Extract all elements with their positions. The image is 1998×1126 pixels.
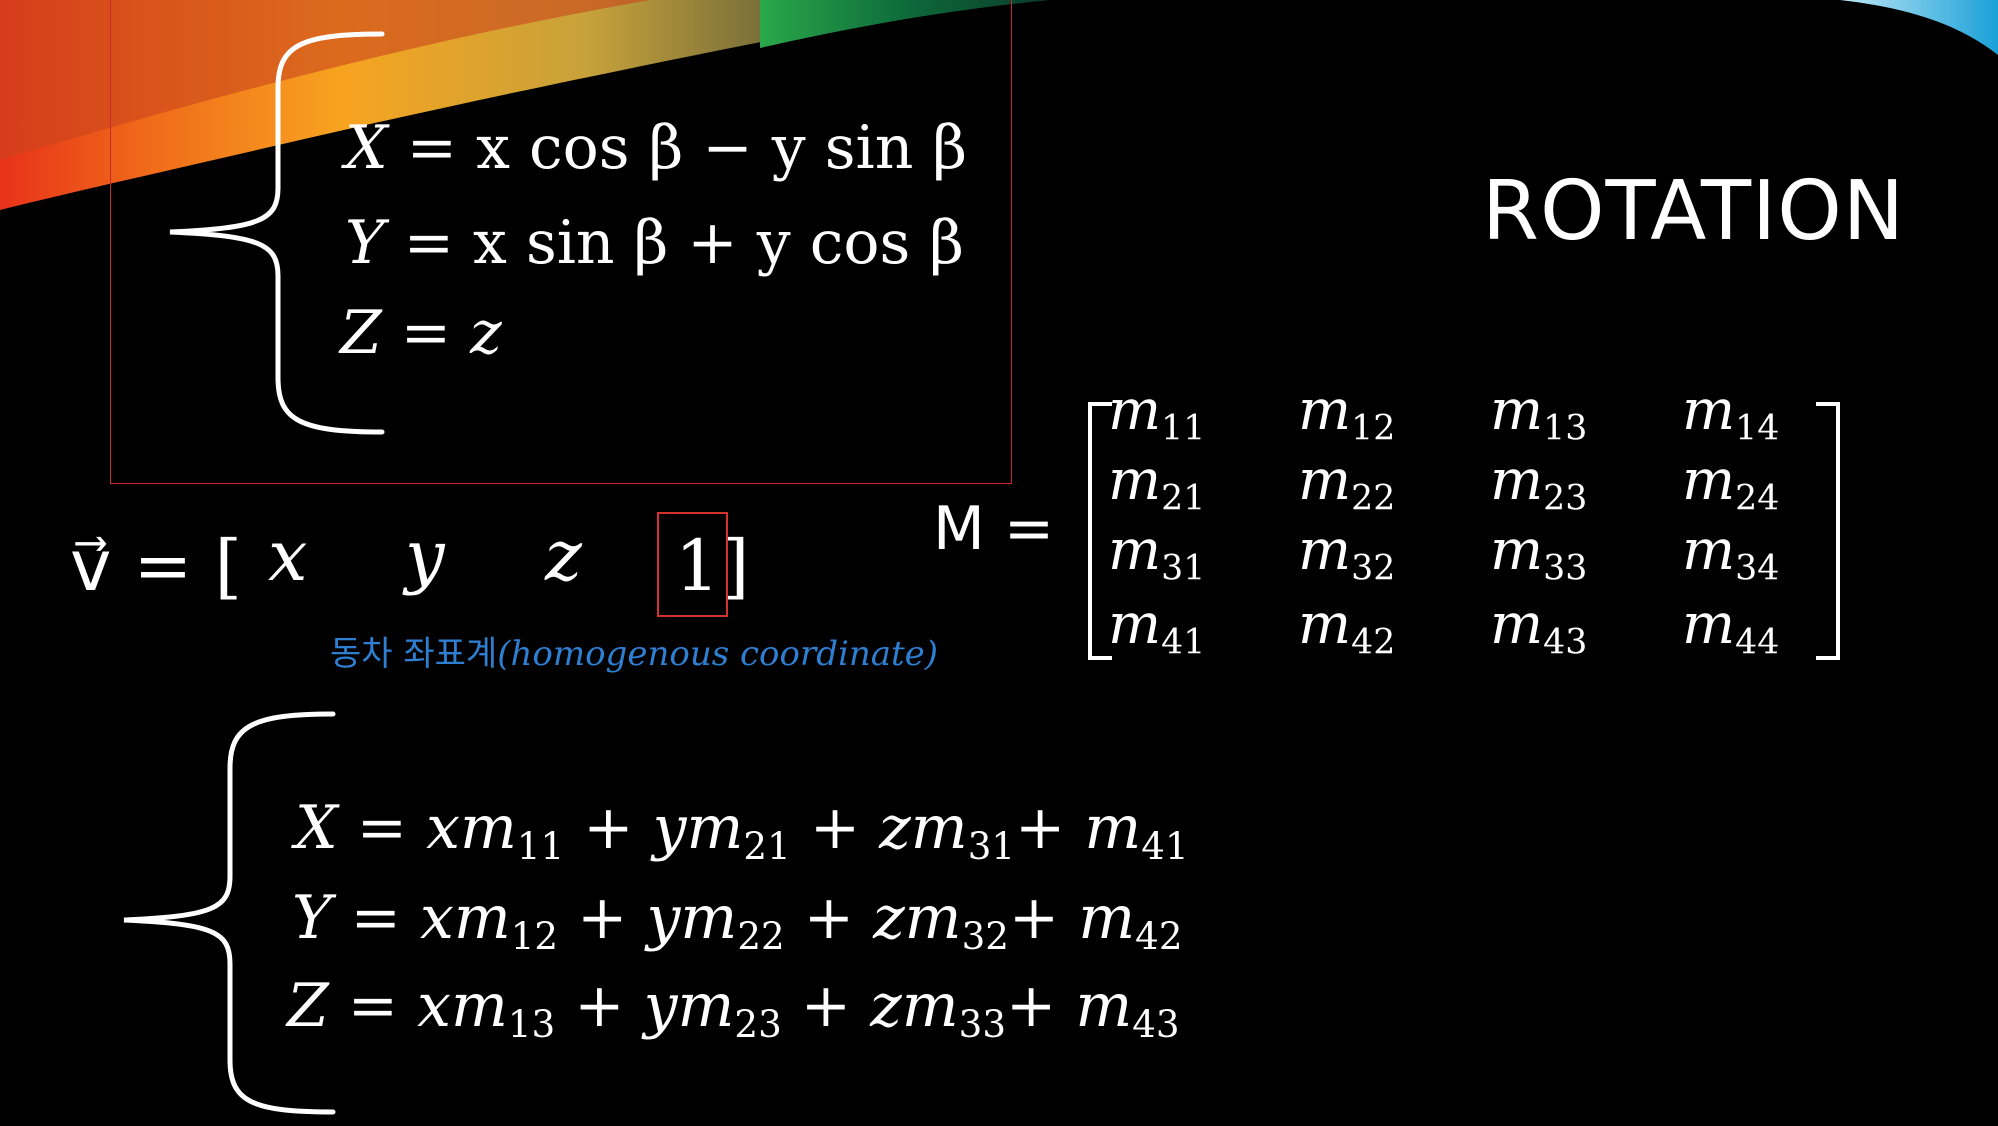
matrix-cell: m43 bbox=[1490, 592, 1588, 663]
transform-eq-rhs: xm11 + ym21 + zm31+ m41 bbox=[426, 793, 1189, 869]
transform-eq-lhs: Y bbox=[292, 883, 332, 953]
matrix-cell: m42 bbox=[1298, 592, 1396, 663]
matrix-cell: m11 bbox=[1108, 378, 1206, 449]
homogenous-note: 동차 좌표계(homogenous coordinate) bbox=[330, 626, 938, 675]
matrix-cell: m24 bbox=[1682, 448, 1780, 519]
matrix-cell: m13 bbox=[1490, 378, 1588, 449]
matrix-cell: m34 bbox=[1682, 518, 1780, 589]
matrix-cell: m12 bbox=[1298, 378, 1396, 449]
vector-x: x bbox=[268, 515, 308, 597]
homogenous-one-highlight bbox=[657, 512, 728, 617]
matrix-cell: m33 bbox=[1490, 518, 1588, 589]
homogenous-note-english: (homogenous coordinate) bbox=[497, 634, 939, 674]
matrix-right-bracket bbox=[1816, 402, 1840, 660]
slide-title: ROTATION bbox=[1482, 164, 1906, 259]
transform-eq-lhs: X bbox=[295, 793, 338, 863]
homogenous-note-korean: 동차 좌표계 bbox=[330, 634, 498, 674]
slide: X = x cos β − y sin β Y = x sin β + y co… bbox=[0, 0, 1998, 1126]
matrix-cell: m41 bbox=[1108, 592, 1206, 663]
matrix-cell: m31 bbox=[1108, 518, 1206, 589]
vector-y: y bbox=[405, 515, 445, 597]
matrix-cell: m23 bbox=[1490, 448, 1588, 519]
transform-eq-z: Z = xm13 + ym23 + zm33+ m43 bbox=[287, 971, 1180, 1047]
vector-z: z bbox=[545, 515, 582, 597]
transform-eq-rhs: xm13 + ym23 + zm33+ m43 bbox=[417, 971, 1180, 1047]
matrix-cell: m32 bbox=[1298, 518, 1396, 589]
transform-eq-lhs: Z bbox=[287, 971, 329, 1041]
transform-eq-x: X = xm11 + ym21 + zm31+ m41 bbox=[295, 793, 1189, 869]
rotation-eq-x: X = x cos β − y sin β bbox=[345, 113, 968, 183]
rotation-eq-y: Y = x sin β + y cos β bbox=[345, 208, 964, 278]
vector-lhs: v⃗ = [ bbox=[70, 525, 242, 607]
matrix-cell: m14 bbox=[1682, 378, 1780, 449]
transform-eq-rhs: xm12 + ym22 + zm32+ m42 bbox=[420, 883, 1183, 959]
transform-eq-y: Y = xm12 + ym22 + zm32+ m42 bbox=[292, 883, 1183, 959]
rotation-eq-z: Z = z bbox=[340, 298, 502, 368]
matrix-cell: m21 bbox=[1108, 448, 1206, 519]
matrix-cell: m44 bbox=[1682, 592, 1780, 663]
matrix-label: M = bbox=[933, 494, 1055, 564]
matrix-cell: m22 bbox=[1298, 448, 1396, 519]
